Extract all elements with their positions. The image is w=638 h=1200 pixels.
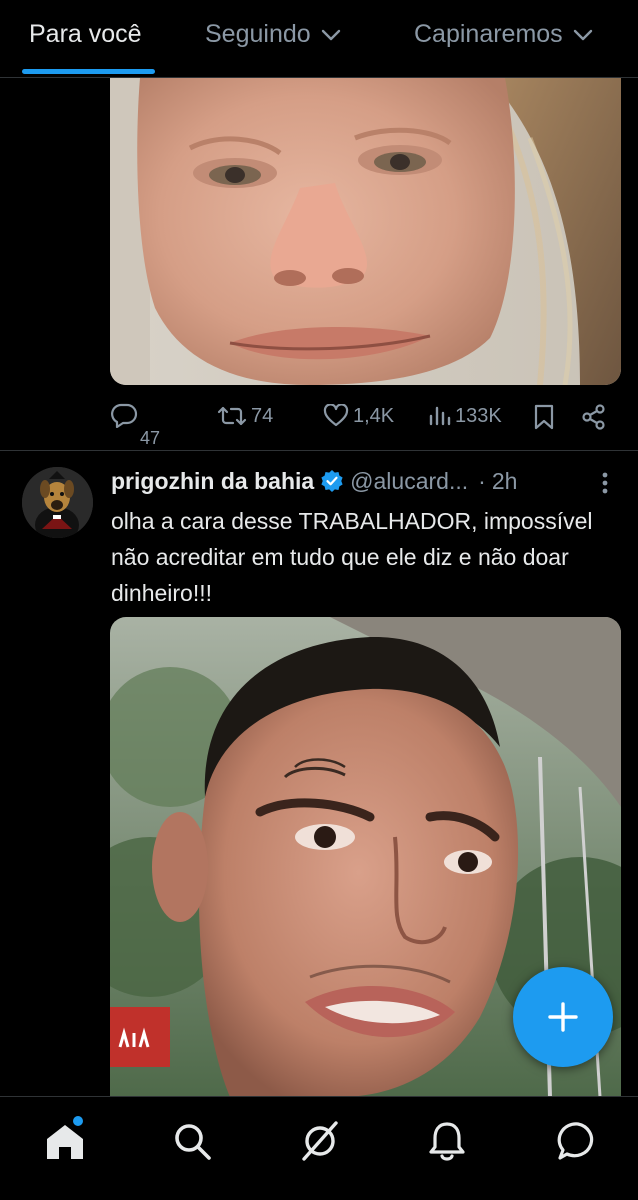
nav-notifications[interactable] xyxy=(425,1119,469,1163)
views-count: 133K xyxy=(455,404,502,427)
reply-button[interactable] xyxy=(110,402,138,428)
views-button[interactable]: 133K xyxy=(427,404,502,428)
tweet-actions-bar: 47 74 1,4K 133K xyxy=(0,398,638,448)
retweet-icon xyxy=(217,406,247,426)
search-icon xyxy=(175,1124,211,1160)
tab-capinaremos[interactable]: Capinaremos xyxy=(414,20,593,49)
tweet-header: prigozhin da bahia @alucard... · 2h xyxy=(111,466,517,496)
plus-icon xyxy=(548,1002,578,1032)
tweet-text: olha a cara desse TRABALHADOR, impossíve… xyxy=(111,508,593,606)
nav-search[interactable] xyxy=(170,1119,214,1163)
nav-grok[interactable] xyxy=(298,1119,342,1163)
bookmark-icon xyxy=(534,404,554,430)
nav-messages[interactable] xyxy=(556,1119,600,1163)
tab-label: Para você xyxy=(29,20,142,48)
share-button[interactable] xyxy=(580,404,608,430)
heart-icon xyxy=(323,404,349,427)
author-name[interactable]: prigozhin da bahia xyxy=(111,468,314,495)
separator-dot: · xyxy=(478,467,486,494)
views-icon xyxy=(429,406,451,426)
retweet-button[interactable]: 74 xyxy=(217,404,273,428)
verified-badge-icon xyxy=(321,470,343,492)
compose-tweet-button[interactable] xyxy=(513,967,613,1067)
top-tab-bar: Para você Seguindo Capinaremos xyxy=(0,0,638,78)
bookmark-button[interactable] xyxy=(533,404,555,430)
bottom-navigation-bar xyxy=(0,1096,638,1200)
author-handle[interactable]: @alucard... xyxy=(350,468,468,495)
face-photo xyxy=(110,78,621,385)
tweet-media-image[interactable] xyxy=(110,78,621,385)
reply-count: 47 xyxy=(140,428,161,448)
tab-label: Capinaremos xyxy=(414,20,563,48)
grok-icon xyxy=(302,1121,338,1161)
nav-home[interactable] xyxy=(43,1119,87,1163)
tweet-divider xyxy=(0,450,638,451)
chevron-down-icon xyxy=(573,29,592,40)
tweet-timestamp[interactable]: 2h xyxy=(492,468,518,495)
avatar[interactable] xyxy=(22,467,93,538)
home-icon xyxy=(47,1125,83,1159)
active-tab-indicator xyxy=(22,69,155,74)
tab-para-voce[interactable]: Para você xyxy=(29,20,142,49)
bell-icon xyxy=(429,1122,465,1161)
retweet-count: 74 xyxy=(251,404,274,427)
chevron-down-icon xyxy=(321,29,340,40)
tab-seguindo[interactable]: Seguindo xyxy=(205,20,341,49)
share-icon xyxy=(582,404,605,430)
dog-avatar-image xyxy=(22,467,93,538)
home-notification-dot xyxy=(73,1116,83,1126)
more-options-icon[interactable] xyxy=(598,470,612,496)
like-count: 1,4K xyxy=(353,404,395,427)
like-button[interactable]: 1,4K xyxy=(323,404,394,428)
tab-label: Seguindo xyxy=(205,20,311,48)
messages-icon xyxy=(557,1122,594,1160)
reply-icon xyxy=(111,403,138,428)
